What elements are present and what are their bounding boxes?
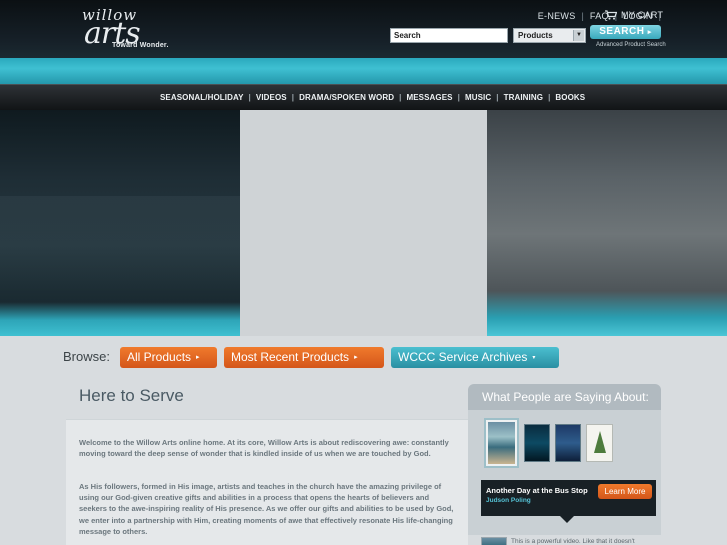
cart-label: MY CART	[621, 10, 664, 20]
product-thumbnail[interactable]	[524, 424, 550, 462]
testimonial-quote: This is a powerful video. Like that it d…	[511, 538, 635, 545]
all-products-button[interactable]: All Products ▸	[120, 347, 217, 368]
enews-link[interactable]: E-NEWS	[532, 11, 582, 21]
featured-product-title[interactable]: Another Day at the Bus Stop	[486, 486, 588, 495]
nav-item-drama[interactable]: DRAMA/SPOKEN WORD	[294, 93, 399, 102]
callout-pointer	[560, 516, 574, 523]
search-button[interactable]: SEARCH ▸	[590, 25, 661, 39]
arrow-right-icon: ▸	[647, 29, 652, 36]
arrow-right-icon: ▸	[196, 354, 200, 361]
search-category-value: Products	[518, 31, 553, 40]
intro-paragraph: Welcome to the Willow Arts online home. …	[79, 438, 449, 459]
hero-right-panel	[487, 110, 727, 336]
wccc-service-archives-button[interactable]: WCCC Service Archives ▾	[391, 347, 559, 368]
search-input[interactable]: Search	[390, 28, 508, 43]
product-thumbnail-image	[488, 422, 515, 464]
most-recent-label: Most Recent Products	[231, 350, 350, 364]
featured-product-author[interactable]: Judson Poling	[486, 497, 531, 504]
most-recent-products-button[interactable]: Most Recent Products ▸	[224, 347, 384, 368]
hero-banner	[0, 110, 727, 336]
header: willow arts Toward Wonder. E-NEWS | FAQ …	[0, 0, 727, 58]
nav-item-messages[interactable]: MESSAGES	[401, 93, 457, 102]
hero-media-placeholder[interactable]	[240, 110, 487, 336]
hero-left-panel	[0, 196, 240, 292]
arrow-right-icon: ▸	[354, 354, 358, 361]
shopping-cart-icon	[605, 10, 617, 20]
willow-arts-logo[interactable]: willow arts Toward Wonder.	[80, 6, 168, 52]
wccc-archives-label: WCCC Service Archives	[398, 350, 528, 364]
nav-item-seasonal[interactable]: SEASONAL/HOLIDAY	[160, 93, 249, 102]
browse-label: Browse:	[63, 349, 110, 364]
nav-item-music[interactable]: MUSIC	[460, 93, 496, 102]
reviewer-thumbnail	[481, 537, 507, 545]
all-products-label: All Products	[127, 350, 192, 364]
nav-item-training[interactable]: TRAINING	[499, 93, 548, 102]
product-thumbnail[interactable]	[555, 424, 581, 462]
page-title: Here to Serve	[79, 386, 184, 405]
main-nav: SEASONAL/HOLIDAY | VIDEOS | DRAMA/SPOKEN…	[0, 84, 727, 110]
product-thumbnail[interactable]	[484, 418, 519, 468]
nav-item-videos[interactable]: VIDEOS	[251, 93, 292, 102]
search-button-label: SEARCH	[599, 26, 645, 37]
product-thumbnail[interactable]	[586, 424, 613, 462]
page: willow arts Toward Wonder. E-NEWS | FAQ …	[0, 0, 727, 545]
logo-tagline: Toward Wonder.	[112, 42, 169, 49]
header-accent-band	[0, 58, 727, 84]
learn-more-button[interactable]: Learn More	[598, 484, 652, 499]
chevron-down-icon: ▼	[573, 30, 584, 41]
testimonials-heading: What People are Saying About:	[468, 384, 661, 410]
nav-item-books[interactable]: BOOKS	[550, 93, 590, 102]
my-cart-link[interactable]: MY CART	[605, 10, 663, 20]
christmas-tree-icon	[594, 431, 606, 453]
intro-paragraph: As His followers, formed in His image, a…	[79, 482, 454, 536]
advanced-search-link[interactable]: Advanced Product Search	[596, 42, 666, 48]
chevron-down-icon: ▾	[532, 355, 536, 361]
search-category-select[interactable]: Products ▼	[513, 28, 586, 43]
